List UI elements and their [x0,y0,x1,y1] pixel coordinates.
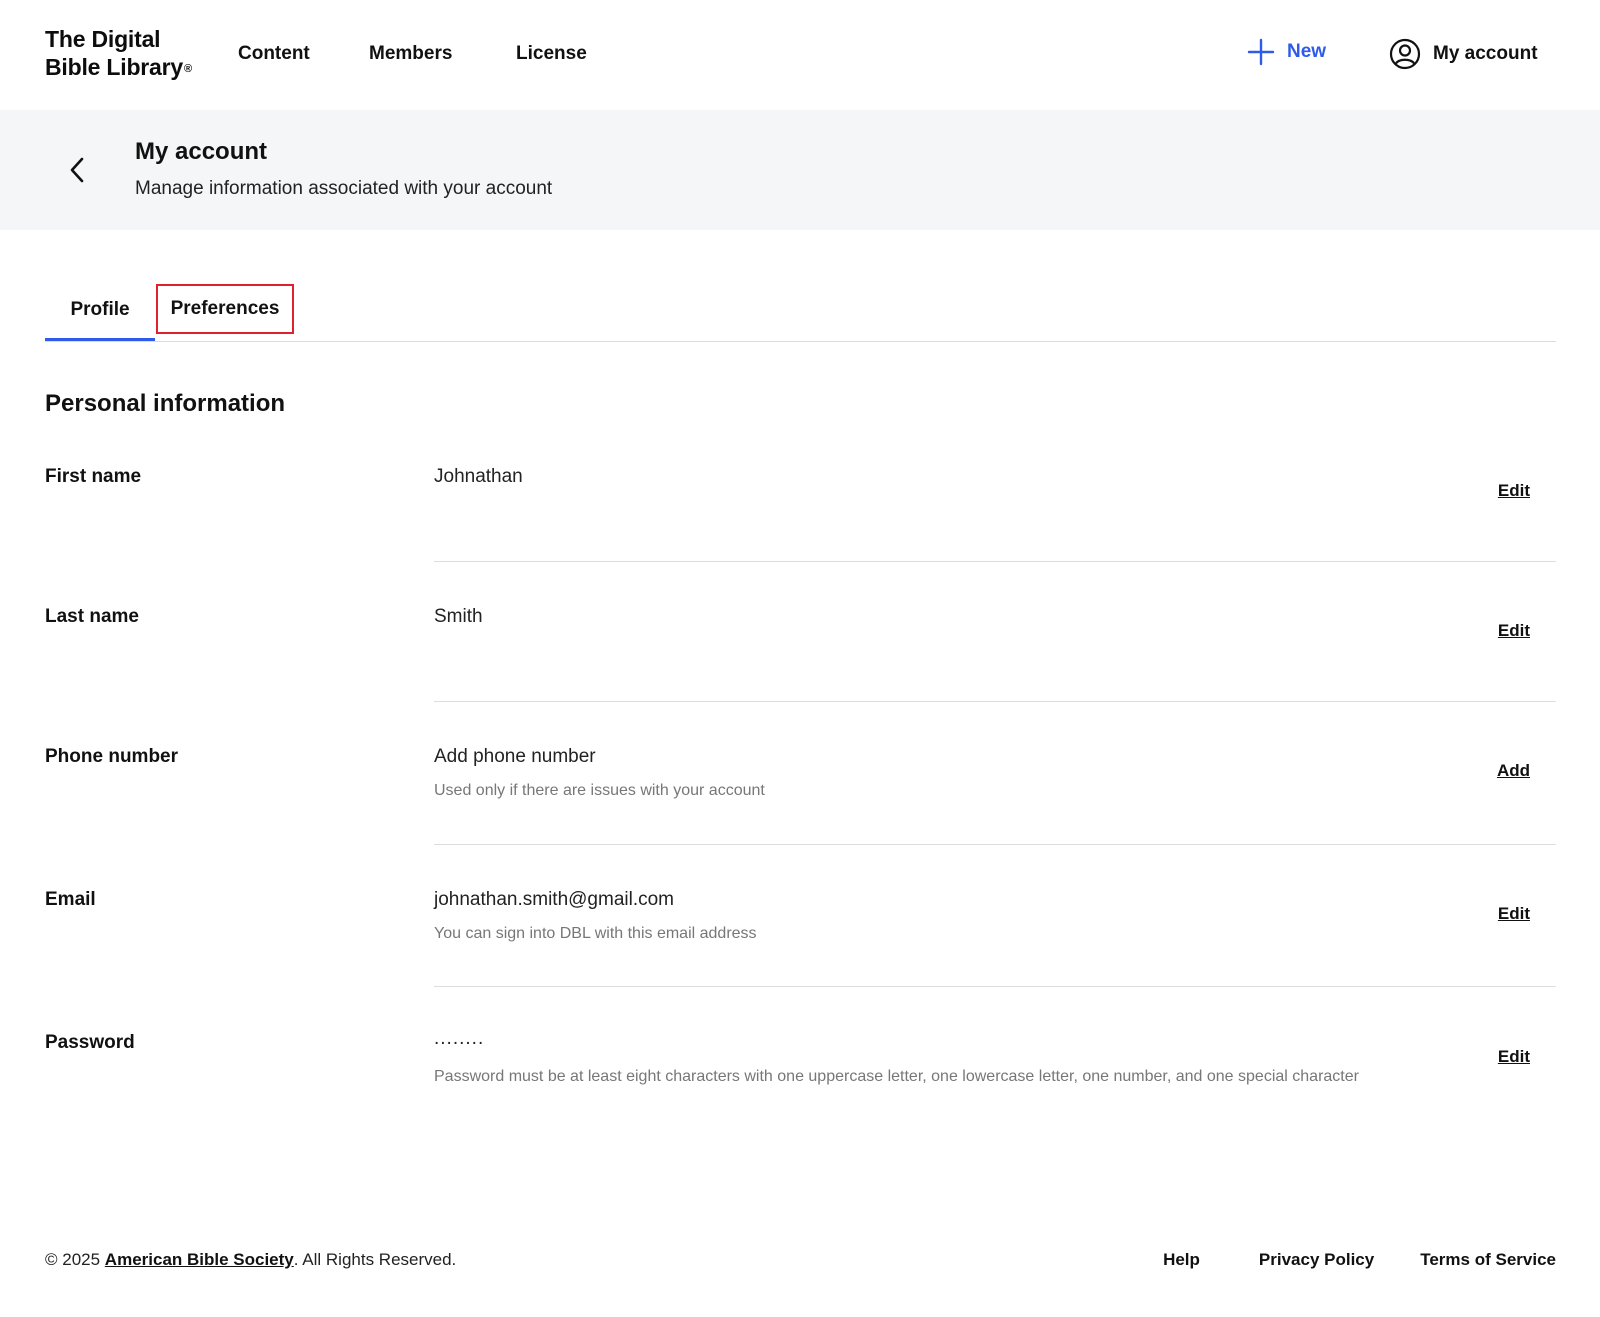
top-navigation: The Digital Bible Library® Content Membe… [0,0,1600,110]
row-value: johnathan.smith@gmail.com [434,889,675,910]
nav-item-members[interactable]: Members [369,40,516,68]
edit-last-name-button[interactable]: Edit [1498,621,1530,641]
logo-line1: The Digital [45,26,161,52]
footer-link-terms-of-service[interactable]: Terms of Service [1420,1250,1556,1270]
row-label: First name [45,466,142,487]
main-nav: Content Members License [238,40,596,68]
page-header-banner: My account Manage information associated… [0,110,1600,230]
new-button-label: New [1287,41,1327,62]
row-hint: Password must be at least eight characte… [434,1068,1359,1085]
footer-links: Help Privacy Policy Terms of Service [1163,1250,1556,1270]
row-label: Last name [45,606,139,627]
logo-line2: Bible Library [45,54,183,80]
tab-preferences[interactable]: Preferences [156,284,294,334]
add-phone-number-button[interactable]: Add [1497,761,1530,781]
row-divider [434,561,1556,562]
row-value: Johnathan [434,466,523,487]
row-value: Smith [434,606,483,627]
user-circle-icon [1389,38,1421,70]
page-title: My account [135,138,268,165]
nav-item-license[interactable]: License [516,40,596,68]
copyright-suffix: . All Rights Reserved. [293,1250,457,1269]
my-account-button[interactable]: My account [1389,38,1538,70]
american-bible-society-link[interactable]: American Bible Society [105,1250,294,1269]
row-label: Password [45,1032,135,1053]
new-button[interactable]: New [1247,38,1326,66]
section-title-personal-information: Personal information [45,390,286,417]
my-account-label: My account [1433,43,1538,64]
account-tabs: Profile Preferences [45,282,1556,342]
nav-item-content[interactable]: Content [238,40,369,68]
row-value: Add phone number [434,746,596,767]
info-row-last-name: Last name Smith Edit [45,606,1556,702]
row-divider [434,701,1556,702]
back-button[interactable] [64,155,92,185]
row-hint: Used only if there are issues with your … [434,782,765,799]
edit-first-name-button[interactable]: Edit [1498,481,1530,501]
edit-email-button[interactable]: Edit [1498,904,1530,924]
chevron-left-icon [70,157,84,183]
info-row-first-name: First name Johnathan Edit [45,466,1556,562]
info-row-password: Password ........ Password must be at le… [45,1028,1556,1152]
row-value: ........ [434,1028,485,1049]
row-divider [434,844,1556,845]
page-subtitle: Manage information associated with your … [135,178,553,199]
logo[interactable]: The Digital Bible Library® [45,25,192,81]
info-row-email: Email johnathan.smith@gmail.com You can … [45,889,1556,989]
info-row-phone-number: Phone number Add phone number Used only … [45,746,1556,846]
footer-link-help[interactable]: Help [1163,1250,1200,1270]
tab-profile[interactable]: Profile [45,282,155,341]
copyright-prefix: © 2025 [45,1250,105,1269]
edit-password-button[interactable]: Edit [1498,1047,1530,1067]
footer-link-privacy-policy[interactable]: Privacy Policy [1259,1250,1374,1270]
row-divider [434,986,1556,987]
row-label: Email [45,889,96,910]
row-label: Phone number [45,746,179,767]
row-hint: You can sign into DBL with this email ad… [434,925,757,942]
plus-icon [1247,38,1275,66]
logo-registered-mark: ® [184,63,192,75]
copyright: © 2025 American Bible Society. All Right… [45,1250,456,1270]
footer: © 2025 American Bible Society. All Right… [45,1250,1556,1280]
